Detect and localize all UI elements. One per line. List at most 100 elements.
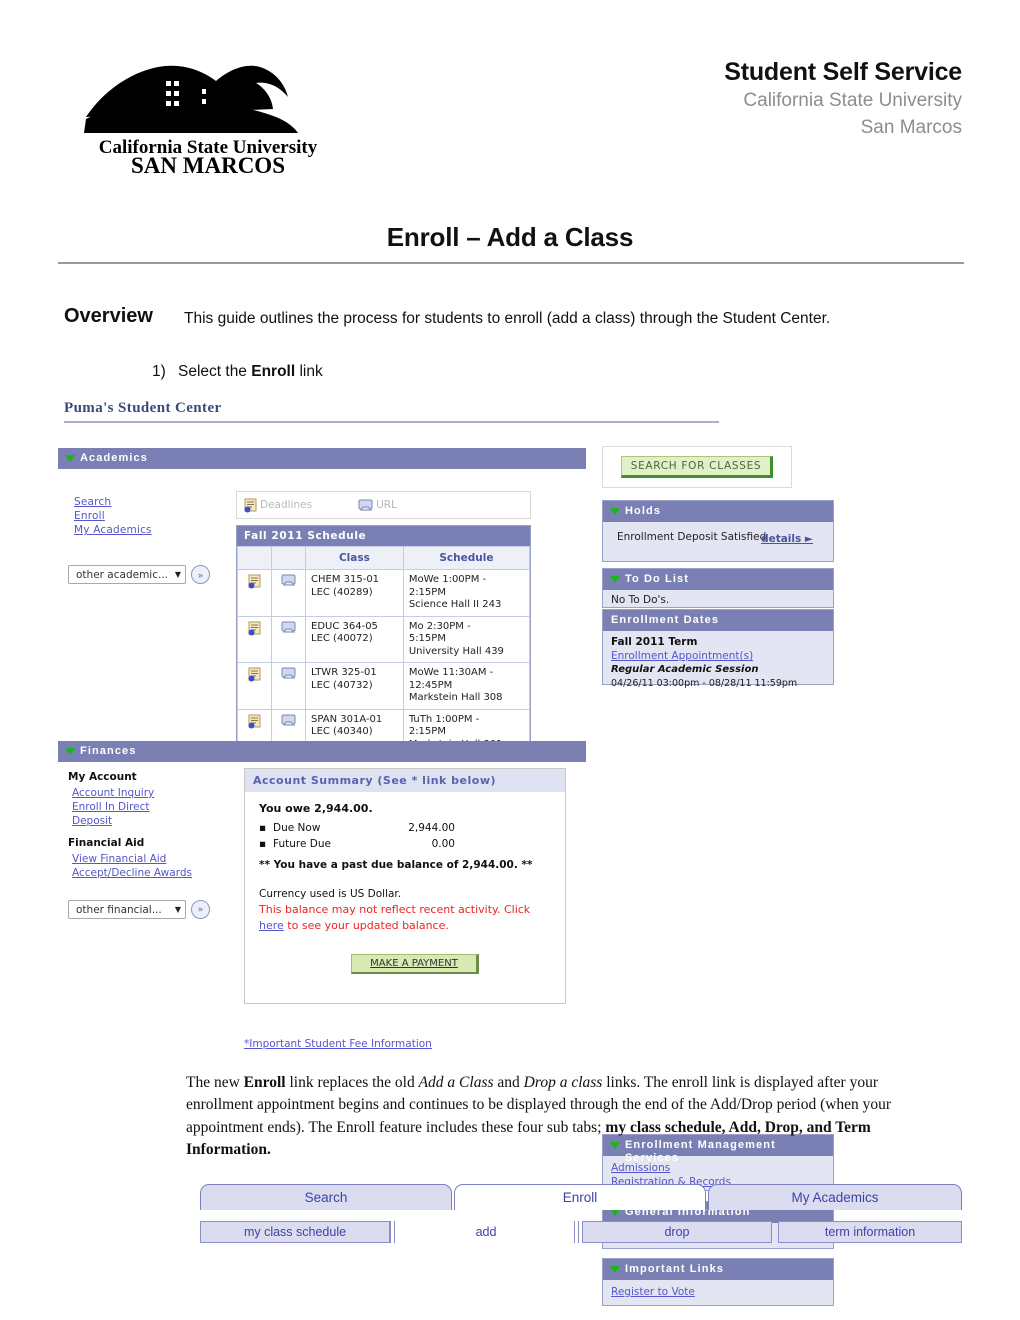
search-for-classes-button[interactable]: Search for Classes — [621, 456, 773, 478]
subtab-drop[interactable]: drop — [582, 1221, 772, 1243]
academics-links: Search Enroll My Academics — [74, 495, 152, 537]
col-schedule: Schedule — [402, 546, 531, 570]
collapse-triangle-icon[interactable] — [610, 1266, 620, 1273]
holds-panel-title: Holds — [625, 505, 662, 517]
row-deadline-icon[interactable] — [237, 615, 272, 663]
academics-panel-header[interactable]: Academics — [58, 448, 586, 469]
header-title: Student Self Service — [724, 58, 962, 86]
chevron-down-icon: ▼ — [174, 570, 181, 579]
finances-go-button[interactable]: » — [191, 900, 210, 919]
cell-class: CHEM 315-01 LEC (40289) — [305, 569, 404, 617]
my-account-heading: My Account — [68, 771, 137, 783]
row-deadline-icon[interactable] — [237, 569, 272, 617]
collapse-triangle-icon[interactable] — [65, 455, 75, 462]
finances-panel-header[interactable]: Finances — [58, 741, 586, 762]
title-divider — [58, 262, 964, 264]
row-url-icon[interactable] — [271, 615, 306, 663]
past-due-note: ** You have a past due balance of 2,944.… — [259, 859, 533, 871]
link-deposit[interactable]: Deposit — [68, 814, 210, 828]
enrollment-dates-body: Fall 2011 Term Enrollment Appointment(s)… — [603, 631, 833, 691]
bullet-icon: ▪ — [259, 822, 267, 834]
academics-panel-title: Academics — [80, 452, 148, 464]
enrollment-dates-panel: Enrollment Dates Fall 2011 Term Enrollme… — [602, 609, 834, 689]
link-register-to-vote[interactable]: Register to Vote — [611, 1285, 833, 1299]
link-account-inquiry[interactable]: Account Inquiry — [68, 786, 210, 800]
other-academic-dropdown[interactable]: other academic... ▼ — [68, 565, 186, 584]
link-enroll[interactable]: Enroll — [74, 509, 152, 523]
balance-warning-line2: to see your updated balance. — [283, 919, 449, 932]
you-owe-amount: You owe 2,944.00. — [259, 802, 373, 815]
link-search[interactable]: Search — [74, 495, 152, 509]
subtab-add[interactable]: add — [396, 1221, 576, 1243]
chevron-down-icon: ▼ — [174, 905, 181, 914]
make-a-payment-label: MAKE A PAYMENT — [370, 958, 458, 969]
collapse-triangle-icon[interactable] — [610, 508, 620, 515]
updated-balance-link[interactable]: here — [259, 919, 284, 932]
col-deadline-icon — [237, 546, 272, 570]
tab-my-academics[interactable]: My Academics — [708, 1184, 962, 1210]
row-url-icon[interactable] — [271, 569, 306, 617]
subtab-term-information[interactable]: term information — [778, 1221, 962, 1243]
to-do-list-panel: To Do List No To Do's. — [602, 568, 834, 608]
url-icon — [358, 499, 374, 512]
enrollment-appointment-link[interactable]: Enrollment Appointment(s) — [611, 649, 833, 663]
subtab-my-class-schedule[interactable]: my class schedule — [200, 1221, 390, 1243]
to-do-panel-header[interactable]: To Do List — [603, 569, 833, 590]
important-links-header[interactable]: Important Links — [603, 1259, 833, 1280]
link-my-academics[interactable]: My Academics — [74, 523, 152, 537]
student-center-heading: Puma's Student Center — [64, 400, 222, 416]
deadlines-label: Deadlines — [260, 499, 313, 511]
to-do-text: No To Do's. — [603, 590, 833, 606]
para-italic-add-a-class: Add a Class — [418, 1074, 494, 1091]
academics-panel: Academics Search Enroll My Academics oth… — [58, 448, 586, 779]
other-financial-control: other financial... ▼ » — [68, 900, 210, 919]
make-a-payment-button[interactable]: MAKE A PAYMENT — [351, 954, 479, 974]
tab-search[interactable]: Search — [200, 1184, 452, 1210]
other-financial-dropdown[interactable]: other financial... ▼ — [68, 900, 186, 919]
svg-text:SAN MARCOS: SAN MARCOS — [131, 153, 285, 175]
step-number: 1) — [152, 363, 166, 380]
row-url-icon[interactable] — [271, 662, 306, 710]
collapse-triangle-icon[interactable] — [610, 576, 620, 583]
important-links-panel: Important Links Register to Vote — [602, 1258, 834, 1306]
future-due-amount: 0.00 — [431, 838, 455, 850]
currency-note: Currency used is US Dollar. — [259, 888, 402, 900]
account-summary-title: Account Summary (See * link below) — [245, 769, 565, 792]
para-part2: link replaces the old — [285, 1074, 419, 1091]
cell-schedule: MoWe 1:00PM -2:15PM Science Hall II 243 — [402, 569, 531, 617]
subtab-separator — [390, 1221, 395, 1243]
collapse-triangle-icon[interactable] — [610, 1209, 620, 1216]
link-view-financial-aid[interactable]: View Financial Aid — [68, 852, 210, 866]
link-accept-decline-awards[interactable]: Accept/Decline Awards — [68, 866, 210, 880]
other-academic-control: other academic... ▼ » — [68, 565, 210, 584]
fall-schedule-table: Fall 2011 Schedule Class Schedule CHEM 3… — [236, 525, 531, 757]
collapse-triangle-icon[interactable] — [65, 748, 75, 755]
account-summary-body: You owe 2,944.00. ▪ Due Now 2,944.00 ▪ F… — [245, 792, 565, 934]
to-do-panel-title: To Do List — [625, 573, 689, 585]
schedule-header-row: Class Schedule — [237, 546, 531, 570]
holds-panel-header[interactable]: Holds — [603, 501, 833, 522]
body-paragraph: The new Enroll link replaces the old Add… — [186, 1072, 938, 1162]
balance-warning-line1: This balance may not reflect recent acti… — [259, 903, 531, 916]
future-due-row: ▪ Future Due 0.00 — [259, 836, 565, 852]
tab-enroll[interactable]: Enroll — [454, 1184, 706, 1210]
holds-panel: Holds Enrollment Deposit Satisfied detai… — [602, 500, 834, 562]
holds-details-link[interactable]: details ► — [761, 533, 813, 545]
academics-go-button[interactable]: » — [191, 565, 210, 584]
step-1: 1) Select the Enroll link — [152, 363, 323, 381]
header-subtitle-line2: San Marcos — [860, 117, 962, 139]
holds-details-label: details — [761, 533, 802, 545]
link-enroll-in-direct[interactable]: Enroll In Direct — [68, 800, 210, 814]
header-subtitle-line1: California State University — [743, 89, 962, 111]
enrollment-term: Fall 2011 Term — [611, 636, 698, 648]
deadlines-url-legend: Deadlines URL — [236, 491, 531, 519]
table-row: CHEM 315-01 LEC (40289) MoWe 1:00PM -2:15P… — [237, 569, 531, 617]
row-deadline-icon[interactable] — [237, 662, 272, 710]
cell-class: LTWR 325-01 LEC (40732) — [305, 662, 404, 710]
important-student-fee-information-link[interactable]: *Important Student Fee Information — [244, 1038, 432, 1050]
cell-schedule: MoWe 11:30AM -12:45PM Markstein Hall 308 — [402, 662, 531, 710]
step-text-post: link — [295, 363, 323, 380]
cell-schedule: Mo 2:30PM -5:15PM University Hall 439 — [402, 615, 531, 663]
header-text-block: Student Self Service California State Un… — [724, 58, 962, 142]
other-academic-value: other academic... — [76, 568, 169, 581]
